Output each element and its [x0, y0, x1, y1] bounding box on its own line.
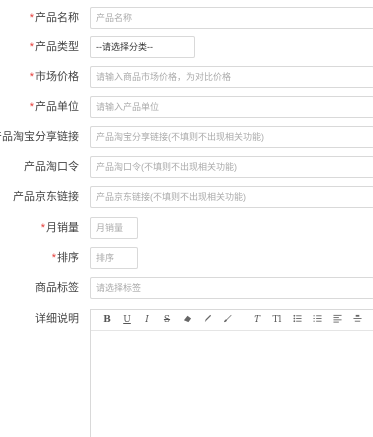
monthly-sales-input[interactable]: 月销量 — [90, 217, 138, 239]
brush-icon[interactable] — [217, 314, 237, 326]
taobao-share-input[interactable]: 产品淘宝分享链接(不填则不出现相关功能) — [90, 126, 373, 148]
taobao-share-row: 产品淘宝分享链接 产品淘宝分享链接(不填则不出现相关功能) — [0, 126, 373, 148]
numbered-list-icon[interactable] — [307, 314, 327, 326]
tags-label: 商品标签 — [35, 282, 79, 294]
tags-input[interactable]: 请选择标签 — [90, 277, 373, 299]
product-unit-row: *产品单位 请输入产品单位 — [0, 96, 373, 118]
product-unit-label: *产品单位 — [30, 96, 79, 118]
tags-row: 商品标签 请选择标签 — [0, 277, 373, 299]
product-name-label-text: 产品名称 — [35, 12, 79, 24]
strikethrough-button[interactable]: S — [157, 315, 177, 325]
product-unit-label-text: 产品单位 — [35, 101, 79, 113]
align-left-icon[interactable] — [327, 314, 347, 326]
eraser-icon[interactable] — [177, 314, 197, 326]
sort-label: *排序 — [52, 247, 79, 269]
jd-link-input[interactable]: 产品京东链接(不填则不出现相关功能) — [90, 186, 373, 208]
font-family-button[interactable]: Ƭ — [247, 315, 267, 325]
italic-button[interactable]: I — [137, 315, 157, 325]
sort-label-text: 排序 — [57, 252, 79, 264]
taobao-share-label: 产品淘宝分享链接 — [0, 131, 79, 143]
product-name-row: *产品名称 产品名称 — [0, 7, 373, 29]
market-price-label-text: 市场价格 — [35, 71, 79, 83]
product-type-label: *产品类型 — [30, 36, 79, 58]
product-unit-input[interactable]: 请输入产品单位 — [90, 96, 373, 118]
market-price-input[interactable]: 请输入商品市场价格，为对比价格 — [90, 66, 373, 88]
market-price-row: *市场价格 请输入商品市场价格，为对比价格 — [0, 66, 373, 88]
taobao-code-row: 产品淘口令 产品淘口令(不填则不出现相关功能) — [0, 156, 373, 178]
jd-link-label: 产品京东链接 — [13, 191, 79, 203]
monthly-sales-label: *月销量 — [41, 217, 79, 239]
monthly-sales-label-text: 月销量 — [46, 222, 79, 234]
bulleted-list-icon[interactable] — [287, 314, 307, 326]
jd-link-row: 产品京东链接 产品京东链接(不填则不出现相关功能) — [0, 186, 373, 208]
description-label: 详细说明 — [35, 313, 79, 325]
product-type-row: *产品类型 --请选择分类-- — [0, 36, 373, 58]
sort-row: *排序 排序 — [0, 247, 373, 269]
required-mark: * — [29, 71, 34, 83]
required-mark: * — [51, 252, 56, 264]
rich-text-editor[interactable]: B U I S Ƭ Tl — [90, 309, 373, 437]
underline-button[interactable]: U — [117, 315, 137, 325]
required-mark: * — [40, 222, 45, 234]
taobao-code-input[interactable]: 产品淘口令(不填则不出现相关功能) — [90, 156, 373, 178]
product-name-input[interactable]: 产品名称 — [90, 7, 373, 29]
required-mark: * — [29, 12, 34, 24]
monthly-sales-row: *月销量 月销量 — [0, 217, 373, 239]
align-center-icon[interactable] — [347, 314, 367, 326]
sort-input[interactable]: 排序 — [90, 247, 138, 269]
bold-button[interactable]: B — [97, 315, 117, 325]
required-mark: * — [29, 101, 34, 113]
taobao-code-label: 产品淘口令 — [24, 161, 79, 173]
product-type-select[interactable]: --请选择分类-- — [90, 36, 195, 58]
product-type-label-text: 产品类型 — [35, 41, 79, 53]
product-name-label: *产品名称 — [30, 7, 79, 29]
pen-icon[interactable] — [197, 314, 217, 326]
market-price-label: *市场价格 — [30, 66, 79, 88]
editor-toolbar: B U I S Ƭ Tl — [91, 310, 373, 331]
text-size-button[interactable]: Tl — [267, 315, 287, 325]
required-mark: * — [29, 41, 34, 53]
